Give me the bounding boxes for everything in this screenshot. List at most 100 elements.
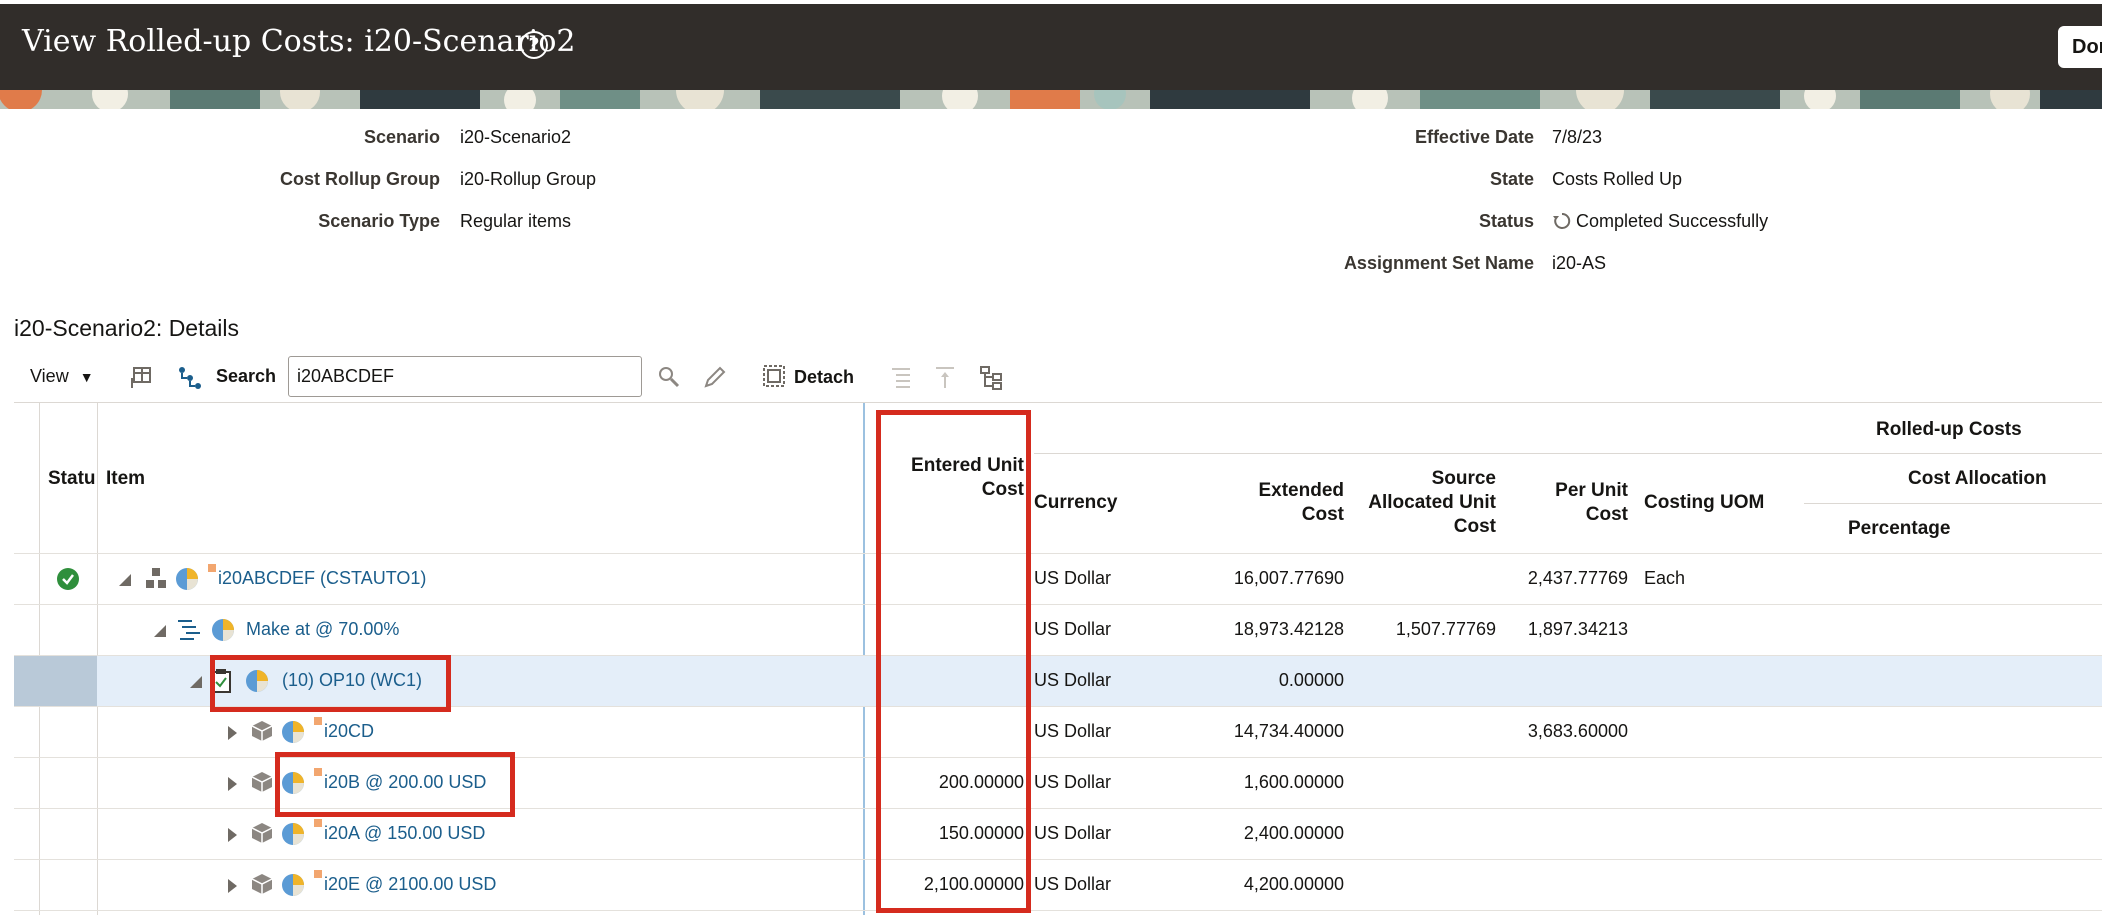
effective-date-value: 7/8/23: [1552, 127, 1603, 147]
header-extended-cost[interactable]: Extended Cost: [1224, 479, 1344, 527]
scenario-type-label: Scenario Type: [318, 211, 440, 231]
extended-cost-cell: 0.00000: [1278, 670, 1344, 690]
state-label: State: [1489, 169, 1534, 189]
table-row[interactable]: i20E @ 2100.00 USD 2,100.00000 US Dollar…: [14, 859, 2102, 910]
header-status[interactable]: Statu: [48, 467, 96, 491]
title-bar: View Rolled-up Costs: i20-Scenario2 ? Do…: [0, 4, 2102, 90]
source-allocated-cell: 1,507.77769: [1395, 619, 1496, 639]
header-item[interactable]: Item: [106, 467, 145, 491]
row-selection-marker: [14, 656, 97, 707]
edit-pencil-icon[interactable]: [702, 364, 728, 390]
header-percentage[interactable]: Percentage: [1848, 517, 1950, 541]
expand-triangle-icon[interactable]: [228, 879, 237, 893]
currency-cell: US Dollar: [1034, 823, 1112, 843]
item-link[interactable]: i20E @ 2100.00 USD: [324, 874, 496, 895]
extended-cost-cell: 18,973.42128: [1233, 619, 1344, 639]
currency-cell: US Dollar: [1034, 670, 1112, 690]
scenario-label: Scenario: [363, 127, 440, 147]
detach-label: Detach: [794, 367, 855, 387]
show-as-top-icon[interactable]: [978, 364, 1004, 390]
header-group-separator: [1034, 453, 2102, 454]
structure-icon: [146, 568, 166, 588]
flag-icon: [208, 564, 216, 572]
done-button[interactable]: Done: [2058, 26, 2102, 68]
refresh-icon: [1553, 212, 1571, 229]
header-source-line2: Allocated Unit: [1368, 492, 1496, 513]
costing-uom-cell: Each: [1644, 568, 1686, 588]
extended-cost-cell: 16,007.77690: [1233, 568, 1344, 588]
highlight-operation-row: [210, 655, 451, 712]
decorative-banner: [0, 90, 2102, 109]
assignment-set-value: i20-AS: [1552, 253, 1607, 273]
header-source-line1: Source: [1431, 468, 1496, 489]
check-circle-icon: [57, 568, 79, 590]
page-title: View Rolled-up Costs: i20-Scenario2: [22, 24, 576, 59]
currency-cell: US Dollar: [1034, 568, 1112, 588]
item-cube-icon: [251, 772, 273, 792]
expand-triangle-icon[interactable]: [228, 777, 237, 791]
status-value-group: Completed Successfully: [1552, 211, 1768, 232]
scenario-type-value: Regular items: [460, 211, 572, 231]
cost-rollup-group-label: Cost Rollup Group: [280, 169, 440, 189]
currency-cell: US Dollar: [1034, 619, 1112, 639]
cost-chart-icon: [176, 568, 198, 590]
make-rule-icon: [178, 620, 200, 640]
details-title: i20-Scenario2: Details: [14, 315, 240, 341]
item-link[interactable]: i20A @ 150.00 USD: [324, 823, 485, 844]
scenario-value: i20-Scenario2: [460, 127, 572, 147]
collapse-all-icon[interactable]: [932, 364, 958, 390]
collapse-triangle-icon[interactable]: [154, 625, 166, 637]
header-source-line3: Cost: [1453, 516, 1496, 537]
cost-chart-icon: [282, 874, 304, 896]
extended-cost-cell: 4,200.00000: [1243, 874, 1344, 894]
banner-pattern: [0, 90, 2102, 109]
extended-cost-cell: 2,400.00000: [1243, 823, 1344, 843]
item-link[interactable]: i20CD: [324, 721, 374, 742]
table-row[interactable]: i20ABCDEF (CSTAUTO1) US Dollar 16,007.77…: [14, 553, 2102, 604]
freeze-columns-icon[interactable]: [128, 364, 154, 390]
expand-triangle-icon[interactable]: [228, 828, 237, 842]
detach-button[interactable]: Detach: [762, 364, 854, 388]
extended-cost-cell: 14,734.40000: [1233, 721, 1344, 741]
detach-icon: [763, 365, 785, 387]
currency-cell: US Dollar: [1034, 721, 1112, 741]
header-costing-uom[interactable]: Costing UOM: [1644, 491, 1764, 515]
item-link[interactable]: Make at @ 70.00%: [246, 619, 399, 640]
cost-chart-icon: [282, 823, 304, 845]
item-cube-icon: [251, 823, 273, 843]
table-row[interactable]: Make at @ 70.00% US Dollar 18,973.42128 …: [14, 604, 2102, 655]
header-per-unit-cost[interactable]: Per Unit Cost: [1514, 479, 1628, 527]
currency-cell: US Dollar: [1034, 874, 1112, 894]
per-unit-cost-cell: 2,437.77769: [1527, 568, 1628, 588]
status-label: Status: [1478, 211, 1534, 231]
item-link[interactable]: i20ABCDEF (CSTAUTO1): [218, 568, 426, 589]
header-group-separator: [1804, 503, 2102, 504]
hierarchy-icon[interactable]: [176, 364, 202, 390]
help-icon[interactable]: ?: [520, 31, 548, 59]
header-source-allocated-unit-cost[interactable]: Source Allocated Unit Cost: [1344, 467, 1496, 539]
state-value: Costs Rolled Up: [1552, 169, 1683, 189]
table-bottom-border: [14, 910, 2102, 911]
search-input[interactable]: [288, 356, 642, 397]
expand-all-icon[interactable]: [888, 364, 914, 390]
item-cube-icon: [251, 874, 273, 894]
header-extended-cost-line2: Cost: [1301, 504, 1344, 525]
table-row[interactable]: i20CD US Dollar 14,734.40000 3,683.60000: [14, 706, 2102, 757]
cost-rollup-group-value: i20-Rollup Group: [460, 169, 597, 189]
header-currency[interactable]: Currency: [1034, 491, 1117, 515]
header-per-unit-cost-line2: Cost: [1585, 504, 1628, 525]
collapse-triangle-icon[interactable]: [119, 574, 131, 586]
cost-chart-icon: [282, 721, 304, 743]
view-label: View: [30, 366, 69, 386]
search-icon[interactable]: [656, 364, 682, 390]
flag-icon: [314, 717, 322, 725]
flag-icon: [314, 819, 322, 827]
chevron-down-icon: ▼: [79, 369, 94, 385]
search-label: Search: [216, 366, 277, 386]
per-unit-cost-cell: 3,683.60000: [1527, 721, 1628, 741]
view-menu[interactable]: View ▼: [30, 366, 94, 387]
expand-triangle-icon[interactable]: [228, 726, 237, 740]
header-rolled-up-costs: Rolled-up Costs: [1876, 419, 2022, 440]
assignment-set-label: Assignment Set Name: [1343, 253, 1534, 273]
collapse-triangle-icon[interactable]: [190, 676, 202, 688]
